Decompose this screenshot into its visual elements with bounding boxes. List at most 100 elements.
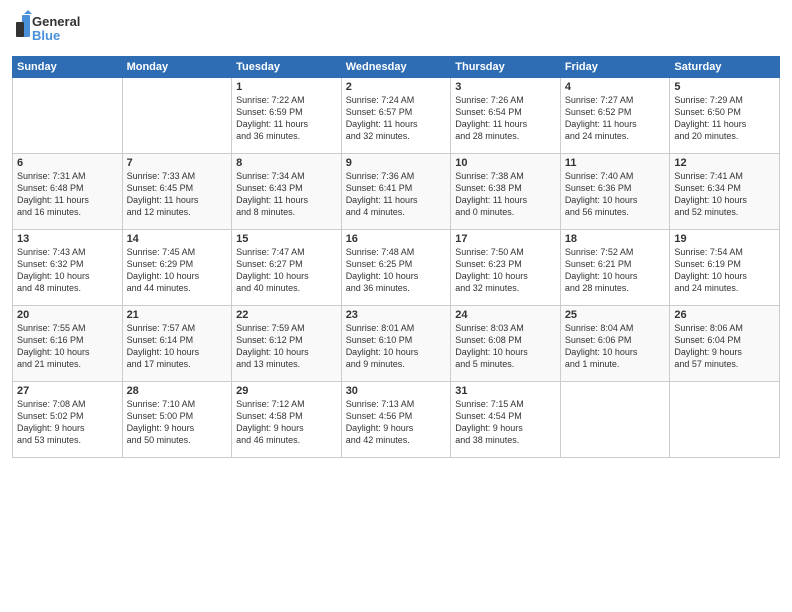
calendar-cell: 16Sunrise: 7:48 AM Sunset: 6:25 PM Dayli… (341, 230, 451, 306)
calendar-cell: 1Sunrise: 7:22 AM Sunset: 6:59 PM Daylig… (232, 78, 342, 154)
week-row-3: 13Sunrise: 7:43 AM Sunset: 6:32 PM Dayli… (13, 230, 780, 306)
calendar-cell: 6Sunrise: 7:31 AM Sunset: 6:48 PM Daylig… (13, 154, 123, 230)
cell-content: Sunrise: 7:34 AM Sunset: 6:43 PM Dayligh… (236, 170, 337, 219)
cell-content: Sunrise: 7:08 AM Sunset: 5:02 PM Dayligh… (17, 398, 118, 447)
cell-content: Sunrise: 7:27 AM Sunset: 6:52 PM Dayligh… (565, 94, 666, 143)
calendar-cell: 20Sunrise: 7:55 AM Sunset: 6:16 PM Dayli… (13, 306, 123, 382)
day-number: 23 (346, 309, 447, 321)
calendar-table: SundayMondayTuesdayWednesdayThursdayFrid… (12, 56, 780, 458)
day-number: 12 (674, 157, 775, 169)
calendar-cell: 28Sunrise: 7:10 AM Sunset: 5:00 PM Dayli… (122, 382, 232, 458)
calendar-cell: 21Sunrise: 7:57 AM Sunset: 6:14 PM Dayli… (122, 306, 232, 382)
logo: General Blue (12, 10, 82, 50)
cell-content: Sunrise: 8:01 AM Sunset: 6:10 PM Dayligh… (346, 322, 447, 371)
cell-content: Sunrise: 7:57 AM Sunset: 6:14 PM Dayligh… (127, 322, 228, 371)
cell-content: Sunrise: 7:15 AM Sunset: 4:54 PM Dayligh… (455, 398, 556, 447)
day-number: 1 (236, 81, 337, 93)
cell-content: Sunrise: 7:41 AM Sunset: 6:34 PM Dayligh… (674, 170, 775, 219)
day-number: 25 (565, 309, 666, 321)
week-row-1: 1Sunrise: 7:22 AM Sunset: 6:59 PM Daylig… (13, 78, 780, 154)
day-number: 11 (565, 157, 666, 169)
calendar-cell (670, 382, 780, 458)
day-number: 28 (127, 385, 228, 397)
cell-content: Sunrise: 7:48 AM Sunset: 6:25 PM Dayligh… (346, 246, 447, 295)
day-number: 10 (455, 157, 556, 169)
day-header-sunday: Sunday (13, 57, 123, 78)
cell-content: Sunrise: 7:45 AM Sunset: 6:29 PM Dayligh… (127, 246, 228, 295)
cell-content: Sunrise: 7:43 AM Sunset: 6:32 PM Dayligh… (17, 246, 118, 295)
day-number: 5 (674, 81, 775, 93)
calendar-cell (560, 382, 670, 458)
day-number: 26 (674, 309, 775, 321)
calendar-cell: 12Sunrise: 7:41 AM Sunset: 6:34 PM Dayli… (670, 154, 780, 230)
cell-content: Sunrise: 7:59 AM Sunset: 6:12 PM Dayligh… (236, 322, 337, 371)
day-number: 29 (236, 385, 337, 397)
cell-content: Sunrise: 7:24 AM Sunset: 6:57 PM Dayligh… (346, 94, 447, 143)
cell-content: Sunrise: 8:06 AM Sunset: 6:04 PM Dayligh… (674, 322, 775, 371)
calendar-cell: 23Sunrise: 8:01 AM Sunset: 6:10 PM Dayli… (341, 306, 451, 382)
day-number: 22 (236, 309, 337, 321)
calendar-cell: 31Sunrise: 7:15 AM Sunset: 4:54 PM Dayli… (451, 382, 561, 458)
calendar-cell: 10Sunrise: 7:38 AM Sunset: 6:38 PM Dayli… (451, 154, 561, 230)
day-number: 31 (455, 385, 556, 397)
calendar-cell: 17Sunrise: 7:50 AM Sunset: 6:23 PM Dayli… (451, 230, 561, 306)
calendar-cell: 11Sunrise: 7:40 AM Sunset: 6:36 PM Dayli… (560, 154, 670, 230)
header-row: SundayMondayTuesdayWednesdayThursdayFrid… (13, 57, 780, 78)
day-number: 19 (674, 233, 775, 245)
calendar-cell: 7Sunrise: 7:33 AM Sunset: 6:45 PM Daylig… (122, 154, 232, 230)
calendar-cell: 27Sunrise: 7:08 AM Sunset: 5:02 PM Dayli… (13, 382, 123, 458)
day-header-tuesday: Tuesday (232, 57, 342, 78)
day-number: 20 (17, 309, 118, 321)
day-number: 14 (127, 233, 228, 245)
day-number: 4 (565, 81, 666, 93)
calendar-cell: 25Sunrise: 8:04 AM Sunset: 6:06 PM Dayli… (560, 306, 670, 382)
calendar-cell: 5Sunrise: 7:29 AM Sunset: 6:50 PM Daylig… (670, 78, 780, 154)
cell-content: Sunrise: 7:31 AM Sunset: 6:48 PM Dayligh… (17, 170, 118, 219)
calendar-cell: 15Sunrise: 7:47 AM Sunset: 6:27 PM Dayli… (232, 230, 342, 306)
cell-content: Sunrise: 7:54 AM Sunset: 6:19 PM Dayligh… (674, 246, 775, 295)
cell-content: Sunrise: 7:10 AM Sunset: 5:00 PM Dayligh… (127, 398, 228, 447)
cell-content: Sunrise: 7:29 AM Sunset: 6:50 PM Dayligh… (674, 94, 775, 143)
svg-text:General: General (32, 14, 80, 29)
day-number: 21 (127, 309, 228, 321)
cell-content: Sunrise: 7:50 AM Sunset: 6:23 PM Dayligh… (455, 246, 556, 295)
calendar-cell: 2Sunrise: 7:24 AM Sunset: 6:57 PM Daylig… (341, 78, 451, 154)
day-number: 2 (346, 81, 447, 93)
calendar-cell: 3Sunrise: 7:26 AM Sunset: 6:54 PM Daylig… (451, 78, 561, 154)
day-number: 17 (455, 233, 556, 245)
cell-content: Sunrise: 7:13 AM Sunset: 4:56 PM Dayligh… (346, 398, 447, 447)
cell-content: Sunrise: 7:40 AM Sunset: 6:36 PM Dayligh… (565, 170, 666, 219)
calendar-cell: 26Sunrise: 8:06 AM Sunset: 6:04 PM Dayli… (670, 306, 780, 382)
cell-content: Sunrise: 7:47 AM Sunset: 6:27 PM Dayligh… (236, 246, 337, 295)
day-header-saturday: Saturday (670, 57, 780, 78)
week-row-5: 27Sunrise: 7:08 AM Sunset: 5:02 PM Dayli… (13, 382, 780, 458)
day-number: 18 (565, 233, 666, 245)
svg-text:Blue: Blue (32, 28, 60, 43)
day-number: 13 (17, 233, 118, 245)
cell-content: Sunrise: 7:38 AM Sunset: 6:38 PM Dayligh… (455, 170, 556, 219)
calendar-cell: 8Sunrise: 7:34 AM Sunset: 6:43 PM Daylig… (232, 154, 342, 230)
week-row-2: 6Sunrise: 7:31 AM Sunset: 6:48 PM Daylig… (13, 154, 780, 230)
day-header-wednesday: Wednesday (341, 57, 451, 78)
header: General Blue (12, 10, 780, 50)
day-number: 24 (455, 309, 556, 321)
cell-content: Sunrise: 7:12 AM Sunset: 4:58 PM Dayligh… (236, 398, 337, 447)
calendar-cell: 30Sunrise: 7:13 AM Sunset: 4:56 PM Dayli… (341, 382, 451, 458)
logo-svg: General Blue (12, 10, 82, 50)
day-number: 8 (236, 157, 337, 169)
cell-content: Sunrise: 7:52 AM Sunset: 6:21 PM Dayligh… (565, 246, 666, 295)
cell-content: Sunrise: 8:03 AM Sunset: 6:08 PM Dayligh… (455, 322, 556, 371)
calendar-container: General Blue SundayMondayTuesdayWednesda… (0, 0, 792, 612)
cell-content: Sunrise: 7:22 AM Sunset: 6:59 PM Dayligh… (236, 94, 337, 143)
day-number: 15 (236, 233, 337, 245)
day-number: 16 (346, 233, 447, 245)
cell-content: Sunrise: 7:36 AM Sunset: 6:41 PM Dayligh… (346, 170, 447, 219)
day-number: 9 (346, 157, 447, 169)
day-number: 6 (17, 157, 118, 169)
calendar-cell: 4Sunrise: 7:27 AM Sunset: 6:52 PM Daylig… (560, 78, 670, 154)
cell-content: Sunrise: 8:04 AM Sunset: 6:06 PM Dayligh… (565, 322, 666, 371)
cell-content: Sunrise: 7:33 AM Sunset: 6:45 PM Dayligh… (127, 170, 228, 219)
day-header-friday: Friday (560, 57, 670, 78)
cell-content: Sunrise: 7:26 AM Sunset: 6:54 PM Dayligh… (455, 94, 556, 143)
calendar-cell: 14Sunrise: 7:45 AM Sunset: 6:29 PM Dayli… (122, 230, 232, 306)
